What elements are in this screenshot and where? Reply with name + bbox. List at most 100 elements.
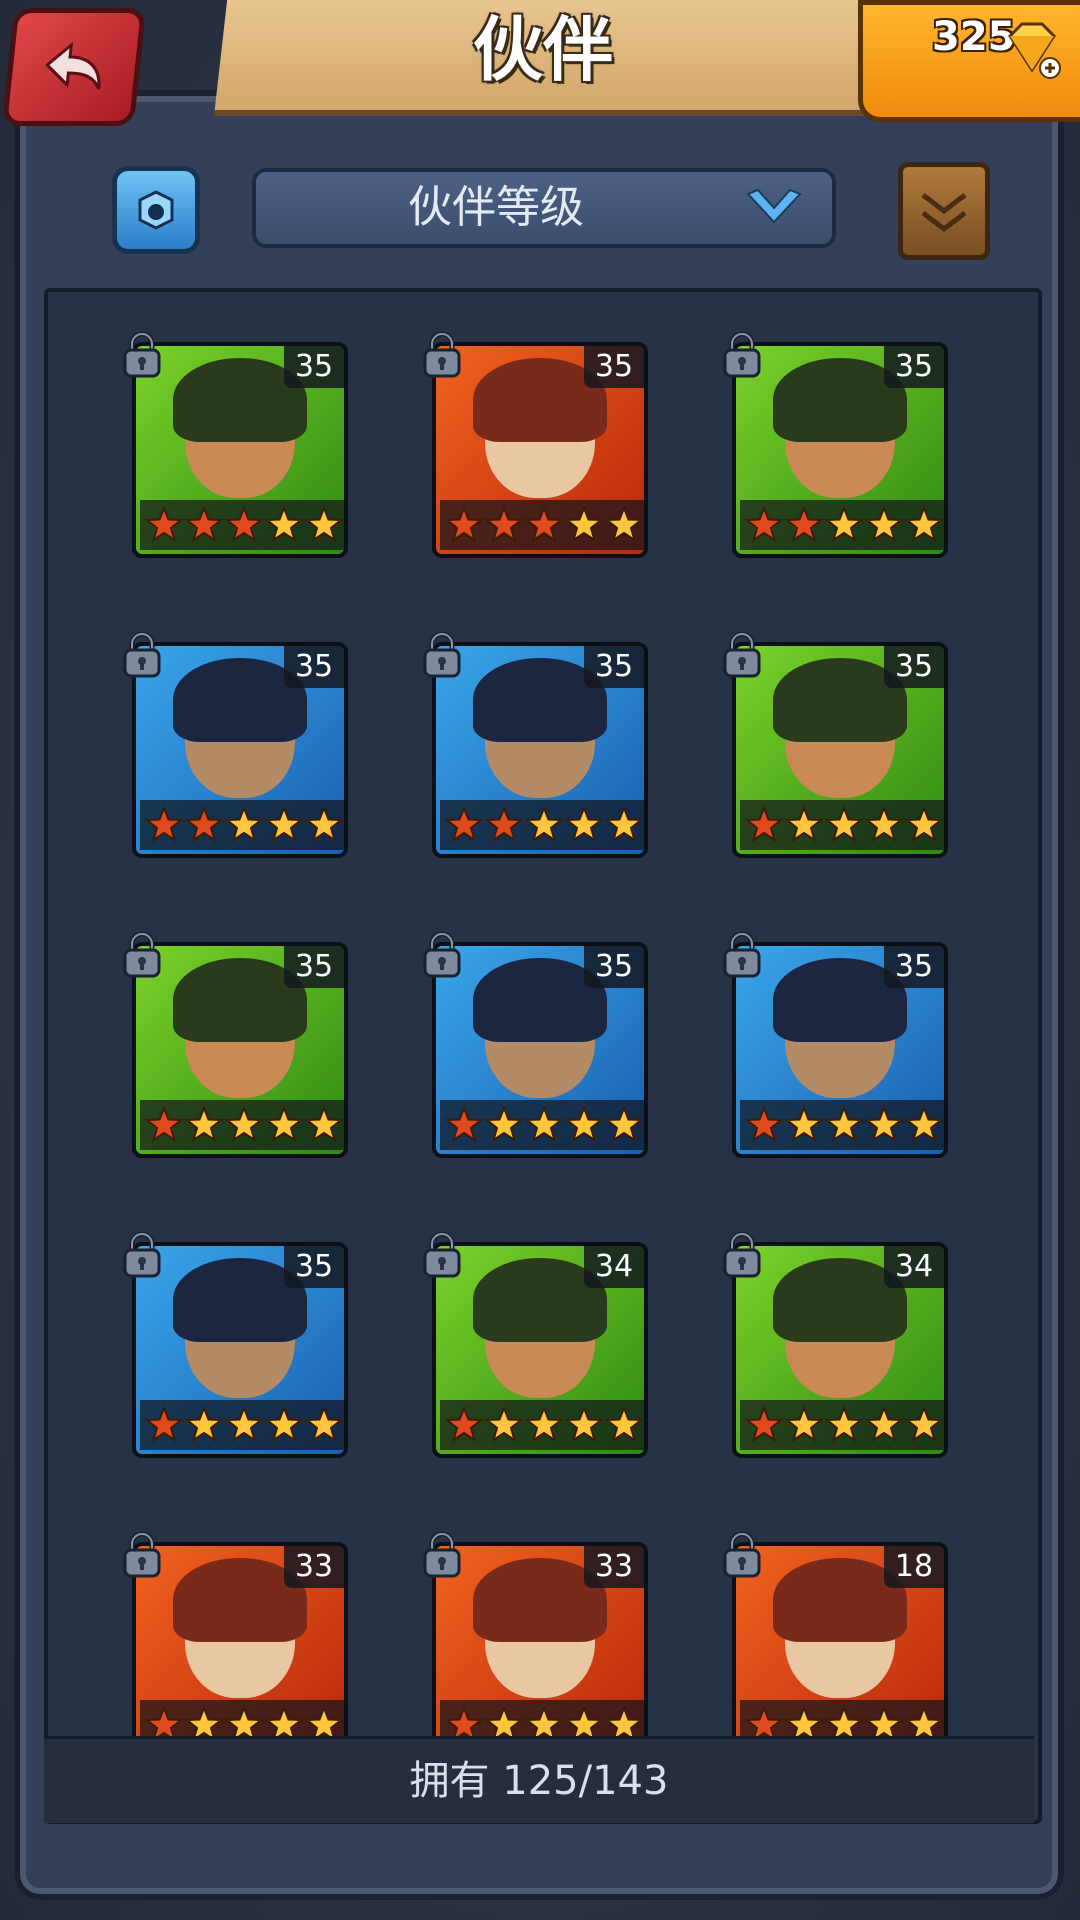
partner-card[interactable]: 35 — [723, 331, 948, 558]
lock-icon[interactable] — [720, 930, 764, 980]
codex-button[interactable] — [898, 162, 990, 260]
partner-card[interactable]: 34 — [423, 1231, 648, 1458]
star-icon — [265, 1106, 303, 1143]
partner-card[interactable]: 35 — [123, 931, 348, 1158]
star-icon — [905, 506, 943, 543]
star-rating — [740, 500, 944, 550]
star-icon — [225, 1106, 263, 1143]
star-icon — [305, 806, 343, 843]
partner-portrait: 33 — [432, 1542, 648, 1758]
star-icon — [305, 1106, 343, 1143]
lock-icon[interactable] — [120, 1530, 164, 1580]
partner-card[interactable]: 35 — [723, 931, 948, 1158]
lock-icon[interactable] — [420, 930, 464, 980]
partner-level: 35 — [884, 346, 944, 388]
filter-icon — [138, 190, 174, 230]
partner-card[interactable]: 18 — [723, 1531, 948, 1758]
partner-card[interactable]: 35 — [423, 631, 648, 858]
partner-card[interactable]: 35 — [123, 1231, 348, 1458]
star-icon — [905, 1406, 943, 1443]
star-icon — [225, 506, 263, 543]
partner-card[interactable]: 35 — [423, 931, 648, 1158]
sort-dropdown[interactable]: 伙伴等级 — [252, 168, 836, 248]
star-icon — [565, 1406, 603, 1443]
star-icon — [745, 506, 783, 543]
lock-icon[interactable] — [720, 630, 764, 680]
partner-level: 18 — [884, 1546, 944, 1588]
star-icon — [865, 806, 903, 843]
star-icon — [745, 806, 783, 843]
back-button[interactable] — [1, 8, 147, 126]
star-rating — [740, 800, 944, 850]
star-rating — [140, 500, 344, 550]
lock-icon[interactable] — [420, 1230, 464, 1280]
star-icon — [785, 806, 823, 843]
partner-portrait: 35 — [432, 942, 648, 1158]
partner-portrait: 34 — [432, 1242, 648, 1458]
partner-card[interactable]: 35 — [123, 631, 348, 858]
sort-dropdown-label: 伙伴等级 — [408, 182, 584, 233]
lock-icon[interactable] — [420, 1530, 464, 1580]
lock-icon[interactable] — [420, 330, 464, 380]
star-icon — [745, 1406, 783, 1443]
partner-portrait: 34 — [732, 1242, 948, 1458]
partner-card[interactable]: 35 — [423, 331, 648, 558]
partner-level: 35 — [284, 1246, 344, 1288]
partner-level: 33 — [584, 1546, 644, 1588]
star-icon — [745, 1106, 783, 1143]
lock-icon[interactable] — [720, 330, 764, 380]
star-icon — [445, 806, 483, 843]
star-icon — [865, 1106, 903, 1143]
star-rating — [440, 1100, 644, 1150]
partner-portrait: 35 — [432, 342, 648, 558]
filter-button[interactable] — [112, 166, 200, 254]
star-icon — [565, 1106, 603, 1143]
star-icon — [525, 806, 563, 843]
star-rating — [440, 800, 644, 850]
star-icon — [265, 506, 303, 543]
star-icon — [445, 506, 483, 543]
star-icon — [485, 1106, 523, 1143]
star-icon — [185, 1106, 223, 1143]
star-icon — [185, 806, 223, 843]
lock-icon[interactable] — [120, 630, 164, 680]
partner-list-panel[interactable]: 35 35 35 35 35 35 35 35 35 35 34 34 33 33 18 — [44, 288, 1042, 1824]
lock-icon[interactable] — [420, 630, 464, 680]
partner-card[interactable]: 34 — [723, 1231, 948, 1458]
chevron-down-icon — [746, 188, 802, 224]
partner-level: 35 — [584, 646, 644, 688]
star-icon — [825, 1106, 863, 1143]
partner-portrait: 35 — [132, 642, 348, 858]
partner-portrait: 35 — [732, 942, 948, 1158]
star-icon — [145, 506, 183, 543]
partner-level: 35 — [884, 946, 944, 988]
partner-level: 34 — [884, 1246, 944, 1288]
partner-card[interactable]: 35 — [123, 331, 348, 558]
partner-card[interactable]: 33 — [423, 1531, 648, 1758]
star-icon — [225, 1406, 263, 1443]
star-icon — [445, 1406, 483, 1443]
partner-portrait: 35 — [432, 642, 648, 858]
star-icon — [865, 1406, 903, 1443]
lock-icon[interactable] — [120, 330, 164, 380]
lock-icon[interactable] — [720, 1530, 764, 1580]
lock-icon[interactable] — [720, 1230, 764, 1280]
star-rating — [140, 1100, 344, 1150]
partner-level: 34 — [584, 1246, 644, 1288]
star-icon — [605, 1106, 643, 1143]
partner-portrait: 35 — [132, 1242, 348, 1458]
partner-portrait: 33 — [132, 1542, 348, 1758]
star-icon — [785, 1406, 823, 1443]
lock-icon[interactable] — [120, 930, 164, 980]
star-icon — [785, 1106, 823, 1143]
partner-level: 35 — [884, 646, 944, 688]
star-icon — [905, 1106, 943, 1143]
lock-icon[interactable] — [120, 1230, 164, 1280]
partner-portrait: 35 — [732, 642, 948, 858]
partner-level: 35 — [584, 946, 644, 988]
star-icon — [525, 1106, 563, 1143]
partner-card[interactable]: 33 — [123, 1531, 348, 1758]
partner-level: 35 — [284, 346, 344, 388]
star-icon — [605, 806, 643, 843]
partner-card[interactable]: 35 — [723, 631, 948, 858]
